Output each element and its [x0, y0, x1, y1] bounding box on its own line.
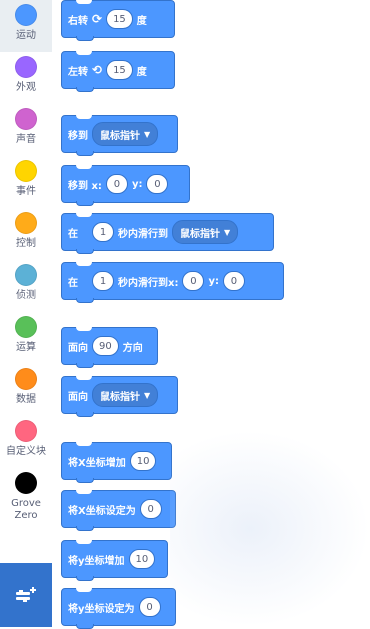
set-y-block[interactable]: 将y坐标设定为 0	[61, 588, 176, 629]
point-towards-block[interactable]: 面向 鼠标指针 ▼	[61, 376, 178, 417]
category-motion[interactable]: 运动	[0, 0, 52, 52]
block-palette: 右转 ⟳ 15 度 左转 ⟲ 15 度 移到 鼠标指针 ▼ 移到 x: 0 y: …	[52, 0, 370, 629]
chevron-down-icon: ▼	[144, 129, 151, 139]
block-text: 将y坐标增加	[68, 555, 125, 567]
category-label: 数据	[16, 394, 36, 405]
category-label: 自定义块	[6, 446, 46, 457]
dropdown-value: 鼠标指针	[100, 391, 140, 403]
seconds-input[interactable]: 1	[92, 271, 114, 291]
glide-xy-block[interactable]: 在 1 秒内滑行到x: 0 y: 0	[61, 262, 284, 303]
change-x-block[interactable]: 将X坐标增加 10	[61, 442, 172, 483]
grove-zero-color-dot	[15, 472, 37, 494]
category-my-blocks[interactable]: 自定义块	[0, 416, 52, 468]
block-text: 秒内滑行到x:	[118, 277, 179, 289]
y-input[interactable]: 0	[222, 271, 245, 291]
block-text: 度	[136, 66, 147, 78]
block-text: 左转	[68, 66, 88, 78]
rotate-counterclockwise-icon: ⟲	[92, 63, 103, 77]
category-control[interactable]: 控制	[0, 208, 52, 260]
add-extension-button[interactable]	[0, 563, 52, 627]
glide-to-block[interactable]: 在 1 秒内滑行到 鼠标指针 ▼	[61, 213, 274, 254]
category-sidebar: 运动 外观 声音 事件 控制 侦测 运算 数据 自定义块 Grove Zero	[0, 0, 53, 627]
block-text: 将X坐标设定为	[68, 505, 136, 517]
category-label: 运动	[16, 30, 36, 41]
block-text: 在	[68, 277, 78, 289]
category-label: 运算	[16, 342, 36, 353]
block-text: y:	[208, 275, 219, 287]
chevron-down-icon: ▼	[224, 227, 231, 237]
control-color-dot	[15, 212, 37, 234]
category-sensing[interactable]: 侦测	[0, 260, 52, 312]
category-label: 控制	[16, 238, 36, 249]
dropdown-value: 鼠标指针	[180, 228, 220, 240]
category-sound[interactable]: 声音	[0, 104, 52, 156]
events-color-dot	[15, 160, 37, 182]
block-text: 右转	[68, 15, 88, 27]
block-text: 将y坐标设定为	[68, 603, 135, 615]
block-text: 移到	[68, 130, 88, 142]
operators-color-dot	[15, 316, 37, 338]
category-grove-zero[interactable]: Grove Zero	[0, 468, 52, 532]
add-extension-icon	[16, 587, 36, 602]
motion-color-dot	[15, 4, 37, 26]
point-direction-block[interactable]: 面向 90 方向	[61, 327, 158, 368]
category-label: 事件	[16, 186, 36, 197]
x-change-input[interactable]: 10	[129, 451, 157, 471]
category-events[interactable]: 事件	[0, 156, 52, 208]
rotate-clockwise-icon: ⟳	[92, 12, 103, 26]
category-label: 侦测	[16, 290, 36, 301]
block-text: y:	[131, 178, 143, 190]
x-input[interactable]: 0	[182, 271, 205, 291]
y-value-input[interactable]: 0	[138, 597, 161, 617]
block-text: 面向	[68, 342, 88, 354]
sound-color-dot	[15, 108, 37, 130]
y-input[interactable]: 0	[146, 174, 169, 194]
dropdown-value: 鼠标指针	[100, 130, 140, 142]
target-dropdown[interactable]: 鼠标指针 ▼	[92, 383, 159, 407]
target-dropdown[interactable]: 鼠标指针 ▼	[172, 220, 239, 244]
block-text: 将X坐标增加	[68, 457, 126, 469]
x-value-input[interactable]: 0	[139, 499, 162, 519]
seconds-input[interactable]: 1	[92, 222, 114, 242]
degrees-input[interactable]: 15	[106, 9, 133, 29]
set-x-block[interactable]: 将X坐标设定为 0	[61, 490, 176, 531]
block-text: 移到 x:	[68, 180, 102, 192]
chevron-down-icon: ▼	[144, 390, 151, 400]
block-text: 方向	[122, 342, 143, 354]
looks-color-dot	[15, 56, 37, 78]
category-label: 声音	[16, 134, 36, 145]
goto-xy-block[interactable]: 移到 x: 0 y: 0	[61, 165, 190, 206]
block-text: 秒内滑行到	[118, 228, 168, 240]
target-dropdown[interactable]: 鼠标指针 ▼	[92, 122, 159, 146]
y-change-input[interactable]: 10	[128, 549, 156, 569]
turn-right-block[interactable]: 右转 ⟳ 15 度	[61, 0, 175, 41]
sensing-color-dot	[15, 264, 37, 286]
turn-left-block[interactable]: 左转 ⟲ 15 度	[61, 51, 175, 92]
block-text: 度	[136, 15, 147, 27]
category-data[interactable]: 数据	[0, 364, 52, 416]
category-label: 外观	[16, 82, 36, 93]
my-blocks-color-dot	[15, 420, 37, 442]
category-looks[interactable]: 外观	[0, 52, 52, 104]
x-input[interactable]: 0	[105, 174, 128, 194]
data-color-dot	[15, 368, 37, 390]
change-y-block[interactable]: 将y坐标增加 10	[61, 540, 168, 581]
direction-input[interactable]: 90	[92, 336, 119, 356]
category-label: Grove Zero	[11, 498, 41, 521]
category-operators[interactable]: 运算	[0, 312, 52, 364]
goto-block[interactable]: 移到 鼠标指针 ▼	[61, 115, 178, 156]
block-text: 在	[68, 228, 78, 240]
block-text: 面向	[68, 391, 88, 403]
degrees-input[interactable]: 15	[106, 60, 133, 80]
